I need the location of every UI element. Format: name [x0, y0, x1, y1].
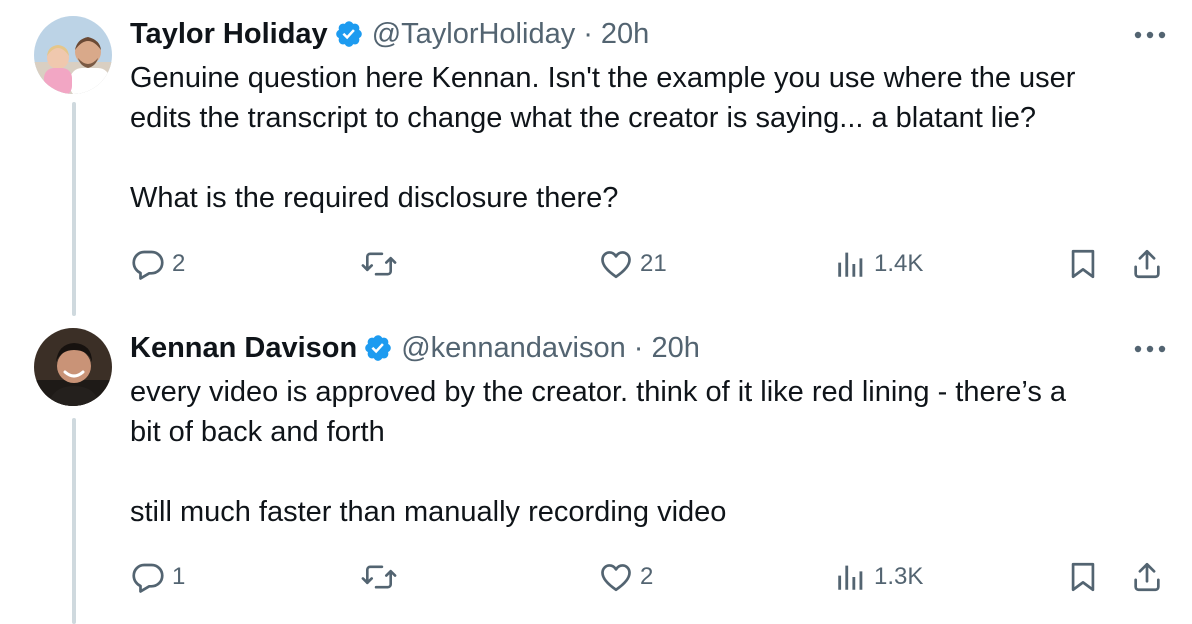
views-chart-icon — [838, 565, 863, 590]
repost-button[interactable] — [360, 557, 404, 597]
more-options-button[interactable] — [1130, 334, 1170, 364]
avatar-smiling-man-icon — [34, 328, 112, 406]
heart-icon — [601, 564, 631, 592]
avatar-man-with-child-icon — [34, 16, 112, 94]
author-handle[interactable]: @kennandavison — [401, 332, 626, 365]
action-bar: 1 2 1.3K — [130, 557, 1170, 597]
reply-icon — [132, 250, 164, 280]
bookmark-icon — [1071, 562, 1095, 592]
timestamp[interactable]: 20h — [651, 332, 699, 365]
share-icon — [1134, 249, 1160, 279]
views-chart-icon — [838, 252, 863, 277]
more-options-button[interactable] — [1130, 20, 1170, 50]
separator-dot: · — [583, 17, 593, 50]
reply-count: 2 — [172, 250, 186, 277]
like-button[interactable]: 2 — [598, 557, 653, 597]
tweet-2[interactable]: Kennan Davison @kennandavison · 20h ever… — [0, 312, 1192, 624]
author-name[interactable]: Kennan Davison — [130, 332, 357, 365]
reply-count: 1 — [172, 563, 186, 590]
tweet-header: Taylor Holiday @TaylorHoliday · 20h — [130, 14, 649, 54]
view-count: 1.3K — [874, 563, 924, 590]
tweet-text-line: edits the transcript to change what the … — [130, 102, 1036, 134]
share-icon — [1134, 562, 1160, 592]
verified-badge-icon — [334, 19, 364, 49]
tweet-text-line: What is the required disclosure there? — [130, 182, 619, 214]
tweet-text-line: Genuine question here Kennan. Isn't the … — [130, 62, 1076, 94]
like-button[interactable]: 21 — [598, 244, 667, 284]
avatar[interactable] — [34, 328, 112, 406]
bookmark-button[interactable] — [1066, 244, 1100, 284]
like-count: 21 — [640, 250, 667, 277]
more-dots-icon — [1134, 345, 1166, 353]
view-count: 1.4K — [874, 250, 924, 277]
tweet-1[interactable]: Taylor Holiday @TaylorHoliday · 20h Genu… — [0, 0, 1192, 320]
tweet-header: Kennan Davison @kennandavison · 20h — [130, 328, 700, 368]
views-button[interactable]: 1.4K — [834, 244, 923, 284]
share-button[interactable] — [1130, 557, 1164, 597]
bookmark-button[interactable] — [1066, 557, 1100, 597]
tweet-text-line: bit of back and forth — [130, 416, 385, 448]
reply-button[interactable]: 2 — [130, 244, 185, 284]
tweet-text: Genuine question here Kennan. Isn't the … — [130, 58, 1170, 218]
tweet-text-line: still much faster than manually recordin… — [130, 496, 727, 528]
tweet-text: every video is approved by the creator. … — [130, 372, 1170, 532]
verified-badge-icon — [363, 333, 393, 363]
reply-icon — [132, 563, 164, 593]
bookmark-icon — [1071, 249, 1095, 279]
author-handle[interactable]: @TaylorHoliday — [372, 18, 576, 51]
share-button[interactable] — [1130, 244, 1164, 284]
heart-icon — [601, 251, 631, 279]
reply-button[interactable]: 1 — [130, 557, 185, 597]
repost-icon — [361, 252, 397, 276]
action-bar: 2 21 1.4K — [130, 244, 1170, 284]
repost-icon — [361, 565, 397, 589]
separator-dot: · — [633, 331, 644, 364]
more-dots-icon — [1134, 31, 1166, 39]
tweet-text-line: every video is approved by the creator. … — [130, 376, 1067, 408]
author-name[interactable]: Taylor Holiday — [130, 18, 328, 51]
timestamp[interactable]: 20h — [601, 18, 649, 51]
like-count: 2 — [640, 563, 654, 590]
avatar[interactable] — [34, 16, 112, 94]
views-button[interactable]: 1.3K — [834, 557, 923, 597]
repost-button[interactable] — [360, 244, 404, 284]
